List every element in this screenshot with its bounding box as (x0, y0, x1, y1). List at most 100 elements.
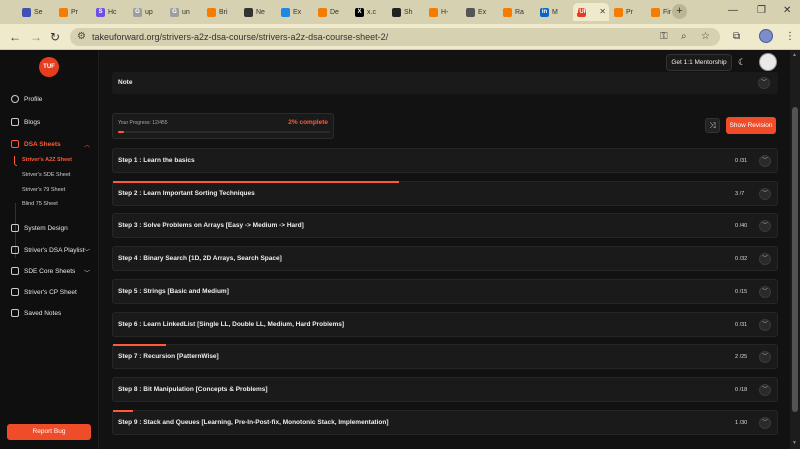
step-row[interactable]: Step 8 : Bit Manipulation [Concepts & Pr… (112, 377, 778, 402)
tab-favicon-icon (244, 7, 253, 17)
tab-favicon-icon (651, 7, 660, 17)
step-row[interactable]: Step 4 : Binary Search [1D, 2D Arrays, S… (112, 246, 778, 271)
sidebar-sub-a2z-sheet[interactable]: Striver's A2Z Sheet (22, 157, 72, 163)
sidebar-item[interactable]: Blogs (11, 118, 40, 126)
tab-favicon-icon: S (96, 7, 105, 17)
browser-tab[interactable]: Pr (610, 3, 646, 21)
close-window-icon[interactable]: ✕ (783, 5, 791, 16)
sidebar-sub-sde-sheet[interactable]: Striver's SDE Sheet (22, 172, 70, 178)
browser-tab[interactable]: TUF ✕ (573, 3, 609, 21)
dark-mode-icon[interactable]: ☾ (738, 57, 746, 68)
password-key-icon[interactable]: ⚿ (660, 31, 668, 42)
reload-icon[interactable]: ↻ (50, 30, 60, 44)
browser-tab[interactable]: Ra (499, 3, 535, 21)
browser-menu-icon[interactable]: ⋮ (785, 31, 795, 42)
chevron-down-icon[interactable]: ﹀ (759, 417, 771, 429)
scroll-up-icon[interactable]: ▲ (792, 52, 797, 58)
url-text: takeuforward.org/strivers-a2z-dsa-course… (92, 32, 389, 42)
browser-profile-icon[interactable] (759, 29, 773, 43)
chevron-down-icon[interactable]: ﹀ (759, 384, 771, 396)
tab-favicon-icon (614, 7, 623, 17)
step-count: 0 /32 (735, 256, 748, 262)
tab-label: Hc (108, 8, 117, 16)
step-row[interactable]: Step 1 : Learn the basics 0 /31 ﹀ (112, 148, 778, 173)
browser-tab[interactable]: Ne (240, 3, 276, 21)
chevron-down-icon[interactable]: ﹀ (758, 77, 770, 89)
browser-tab[interactable]: De (314, 3, 350, 21)
address-bar[interactable]: ⚙ takeuforward.org/strivers-a2z-dsa-cour… (70, 28, 720, 46)
sidebar-sub-blind75-sheet[interactable]: Blind 75 Sheet (22, 201, 58, 207)
browser-tab[interactable]: Gup (129, 3, 165, 21)
sidebar-item-dsa-sheets[interactable]: DSA Sheets (11, 140, 61, 148)
sidebar-item[interactable]: System Design (11, 224, 68, 232)
report-bug-button[interactable]: Report Bug (7, 424, 91, 440)
minimize-icon[interactable]: — (728, 5, 738, 16)
step-row[interactable]: Step 7 : Recursion [PatternWise] 2 /25 ﹀ (112, 344, 778, 369)
mentorship-button[interactable]: Get 1:1 Mentorship (666, 54, 732, 71)
chevron-up-icon[interactable]: ︿ (84, 140, 90, 149)
chevron-down-icon[interactable]: ﹀ (84, 268, 90, 277)
tree-connector (14, 156, 17, 166)
tab-label: Bri (219, 8, 228, 16)
cp-sheet-icon (11, 288, 19, 296)
chevron-down-icon[interactable]: ﹀ (84, 247, 90, 256)
step-title: Step 3 : Solve Problems on Arrays [Easy … (118, 222, 304, 229)
browser-tab[interactable]: H- (425, 3, 461, 21)
avatar[interactable] (759, 53, 777, 71)
step-row[interactable]: Step 3 : Solve Problems on Arrays [Easy … (112, 213, 778, 238)
browser-tab[interactable]: Ex (462, 3, 498, 21)
sidebar-item[interactable]: Profile (11, 95, 42, 103)
browser-tab-bar: Fir Pr TUF ✕ in M Ra Ex H- Sh Xx.c De Ex Ne Bri Gun Gup S… (0, 0, 800, 24)
sidebar-item[interactable]: Striver's DSA Playlist (11, 246, 84, 254)
browser-tab[interactable]: Xx.c (351, 3, 387, 21)
browser-tab[interactable]: Se (18, 3, 54, 21)
step-row[interactable]: Step 2 : Learn Important Sorting Techniq… (112, 181, 778, 206)
site-info-icon[interactable]: ⚙ (77, 31, 86, 42)
browser-tab[interactable]: S Hc (92, 3, 128, 21)
chevron-down-icon[interactable]: ﹀ (759, 155, 771, 167)
sidebar-item-label: System Design (24, 224, 68, 232)
browser-tab[interactable]: in M (536, 3, 572, 21)
step-row[interactable]: Step 9 : Stack and Queues [Learning, Pre… (112, 410, 778, 435)
shuffle-icon: ⤨ (709, 121, 716, 130)
tab-favicon-icon (318, 7, 327, 17)
back-icon[interactable]: ← (9, 30, 21, 44)
sidebar-sub-79-sheet[interactable]: Striver's 79 Sheet (22, 187, 65, 193)
step-title: Step 9 : Stack and Queues [Learning, Pre… (118, 419, 389, 426)
tab-label: Pr (71, 8, 78, 16)
scroll-down-icon[interactable]: ▼ (792, 440, 797, 446)
extensions-icon[interactable]: ⧉ (733, 31, 740, 42)
chevron-down-icon[interactable]: ﹀ (759, 319, 771, 331)
chevron-down-icon[interactable]: ﹀ (759, 286, 771, 298)
chevron-down-icon[interactable]: ﹀ (759, 220, 771, 232)
note-section[interactable]: Note ﹀ (112, 72, 778, 94)
show-revision-button[interactable]: Show Revision (726, 117, 776, 134)
browser-tab[interactable]: Bri (203, 3, 239, 21)
step-row[interactable]: Step 6 : Learn LinkedList [Single LL, Do… (112, 312, 778, 337)
tuf-logo[interactable]: TUF (39, 57, 59, 77)
bookmark-star-icon[interactable]: ☆ (701, 31, 710, 42)
playlist-icon (11, 246, 19, 254)
step-progress-bar (113, 181, 399, 183)
maximize-icon[interactable]: ❐ (757, 5, 766, 16)
zoom-icon[interactable]: ⌕ (681, 31, 687, 42)
step-count: 1 /30 (735, 420, 748, 426)
browser-tab[interactable]: Sh (388, 3, 424, 21)
sheet-icon (11, 140, 19, 148)
sidebar-item[interactable]: Striver's CP Sheet (11, 288, 77, 296)
chevron-down-icon[interactable]: ﹀ (759, 351, 771, 363)
sidebar-item[interactable]: Saved Notes (11, 309, 61, 317)
sidebar-item[interactable]: SDE Core Sheets (11, 267, 75, 275)
step-row[interactable]: Step 5 : Strings [Basic and Medium] 0 /15… (112, 279, 778, 304)
browser-tab[interactable]: Ex (277, 3, 313, 21)
chevron-down-icon[interactable]: ﹀ (759, 188, 771, 200)
progress-percent: 2% complete (288, 119, 328, 126)
shuffle-button[interactable]: ⤨ (705, 118, 720, 133)
forward-icon[interactable]: → (30, 30, 42, 44)
browser-tab[interactable]: Gun (166, 3, 202, 21)
chevron-down-icon[interactable]: ﹀ (759, 253, 771, 265)
tab-close-icon[interactable]: ✕ (599, 7, 606, 16)
scrollbar-thumb[interactable] (792, 107, 798, 412)
browser-tab[interactable]: Pr (55, 3, 91, 21)
new-tab-button[interactable]: + (672, 4, 687, 19)
